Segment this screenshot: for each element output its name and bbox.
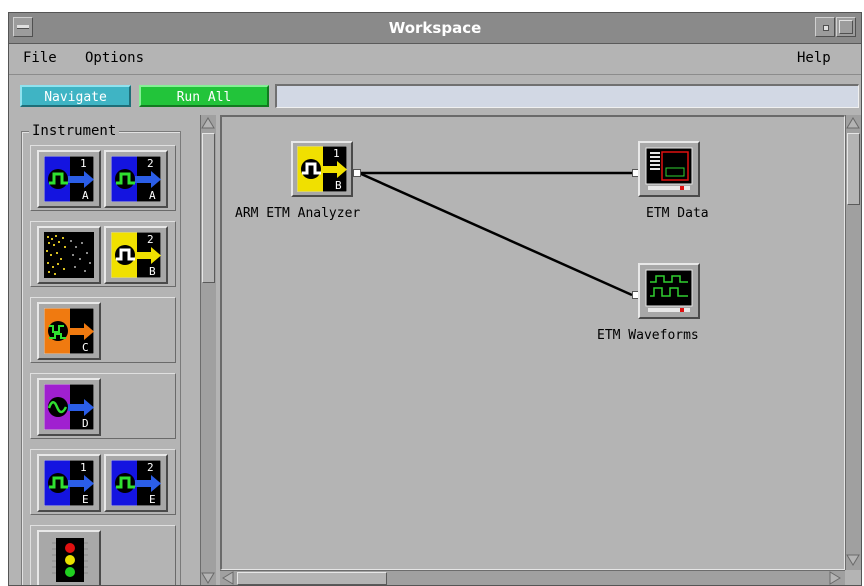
toolbar: Navigate Run All [9,76,861,114]
palette-group-analyzer-d: D [30,373,176,439]
node-label-etm-waveforms: ETM Waveforms [597,328,699,343]
svg-text:A: A [149,189,156,202]
svg-text:1: 1 [80,461,87,474]
scroll-down-icon[interactable] [201,571,215,585]
traffic-light-icon [52,538,88,582]
workspace-window: Workspace File Options Help Navigate Run… [8,12,862,586]
scroll-left-icon[interactable] [221,571,235,585]
menu-bar: File Options Help [9,44,861,75]
run-all-button[interactable]: Run All [139,85,269,107]
svg-text:2: 2 [147,461,154,474]
palette-group-analyzer-a: 1 A 2 A [30,145,176,211]
workspace-horizontal-scrollbar[interactable] [220,570,845,585]
scroll-up-icon[interactable] [846,116,860,130]
analyzer-c-tool[interactable]: C [37,302,101,360]
svg-text:C: C [82,341,89,354]
analyzer-e1-tool[interactable]: 1 E [37,454,101,512]
svg-text:A: A [82,189,89,202]
analyzer-b1-tool[interactable] [37,226,101,284]
menu-options[interactable]: Options [85,50,144,66]
output-port[interactable] [353,169,361,177]
instrument-group-label: Instrument [29,123,120,139]
svg-text:D: D [82,417,89,430]
scroll-right-icon[interactable] [828,571,842,585]
node-label-arm-etm-analyzer: ARM ETM Analyzer [235,206,361,221]
svg-text:B: B [335,179,342,192]
analyzer-b2-tool[interactable]: 2 B [104,226,168,284]
workspace-vscroll-thumb[interactable] [847,133,860,205]
instrument-palette-panel: Instrument 1 A 2 A 2 B C D 1 E 2 E [17,115,219,585]
svg-text:1: 1 [333,147,340,160]
palette-group-analyzer-c: C [30,297,176,363]
analyzer-a1-tool[interactable]: 1 A [37,150,101,208]
palette-group-analyzer-e: 1 E 2 E [30,449,176,515]
palette-scroll-thumb[interactable] [202,133,215,283]
svg-text:1: 1 [80,157,87,170]
palette-scrollbar[interactable] [200,115,216,585]
analyzer-icon: C [44,308,94,354]
workspace-hscroll-thumb[interactable] [237,572,387,585]
command-field[interactable] [275,84,859,108]
analyzer-icon: 2 A [111,156,161,202]
palette-group-emulation [30,525,176,585]
scroll-down-icon[interactable] [846,553,860,567]
svg-text:2: 2 [147,233,154,246]
analyzer-icon: 1 A [44,156,94,202]
maximize-icon [839,20,853,34]
minimize-button[interactable] [815,17,835,37]
analyzer-e2-tool[interactable]: 2 E [104,454,168,512]
svg-text:B: B [149,265,156,278]
analyzer-icon: 2 E [111,460,161,506]
connection-waveforms [358,171,633,297]
workspace-vertical-scrollbar[interactable] [845,115,861,570]
title-bar[interactable]: Workspace [9,13,861,44]
emulation-module-tool[interactable] [37,530,101,585]
dotted-analyzer-icon [44,232,94,278]
analyzer-a2-tool[interactable]: 2 A [104,150,168,208]
analyzer-icon: 1 E [44,460,94,506]
svg-text:E: E [149,493,156,506]
oscilloscope-icon: D [44,384,94,430]
analyzer-icon: 1 B [297,146,347,192]
menu-file[interactable]: File [23,50,57,66]
scroll-up-icon[interactable] [201,116,215,130]
maximize-button[interactable] [836,17,856,37]
svg-text:E: E [82,493,89,506]
navigate-button[interactable]: Navigate [20,85,131,107]
minimize-icon [823,25,829,31]
window-title: Workspace [388,19,482,37]
node-label-etm-data: ETM Data [646,206,709,221]
palette-group-analyzer-b: 2 B [30,221,176,287]
analyzer-d-tool[interactable]: D [37,378,101,436]
svg-text:2: 2 [147,157,154,170]
menu-help[interactable]: Help [797,50,831,66]
listing-display-icon [645,147,693,190]
waveform-display-icon [645,269,693,312]
analyzer-icon: 2 B [111,232,161,278]
workspace-canvas[interactable]: 1 B ARM ETM Analyzer ETM Data ETM Wavefo… [220,115,845,570]
